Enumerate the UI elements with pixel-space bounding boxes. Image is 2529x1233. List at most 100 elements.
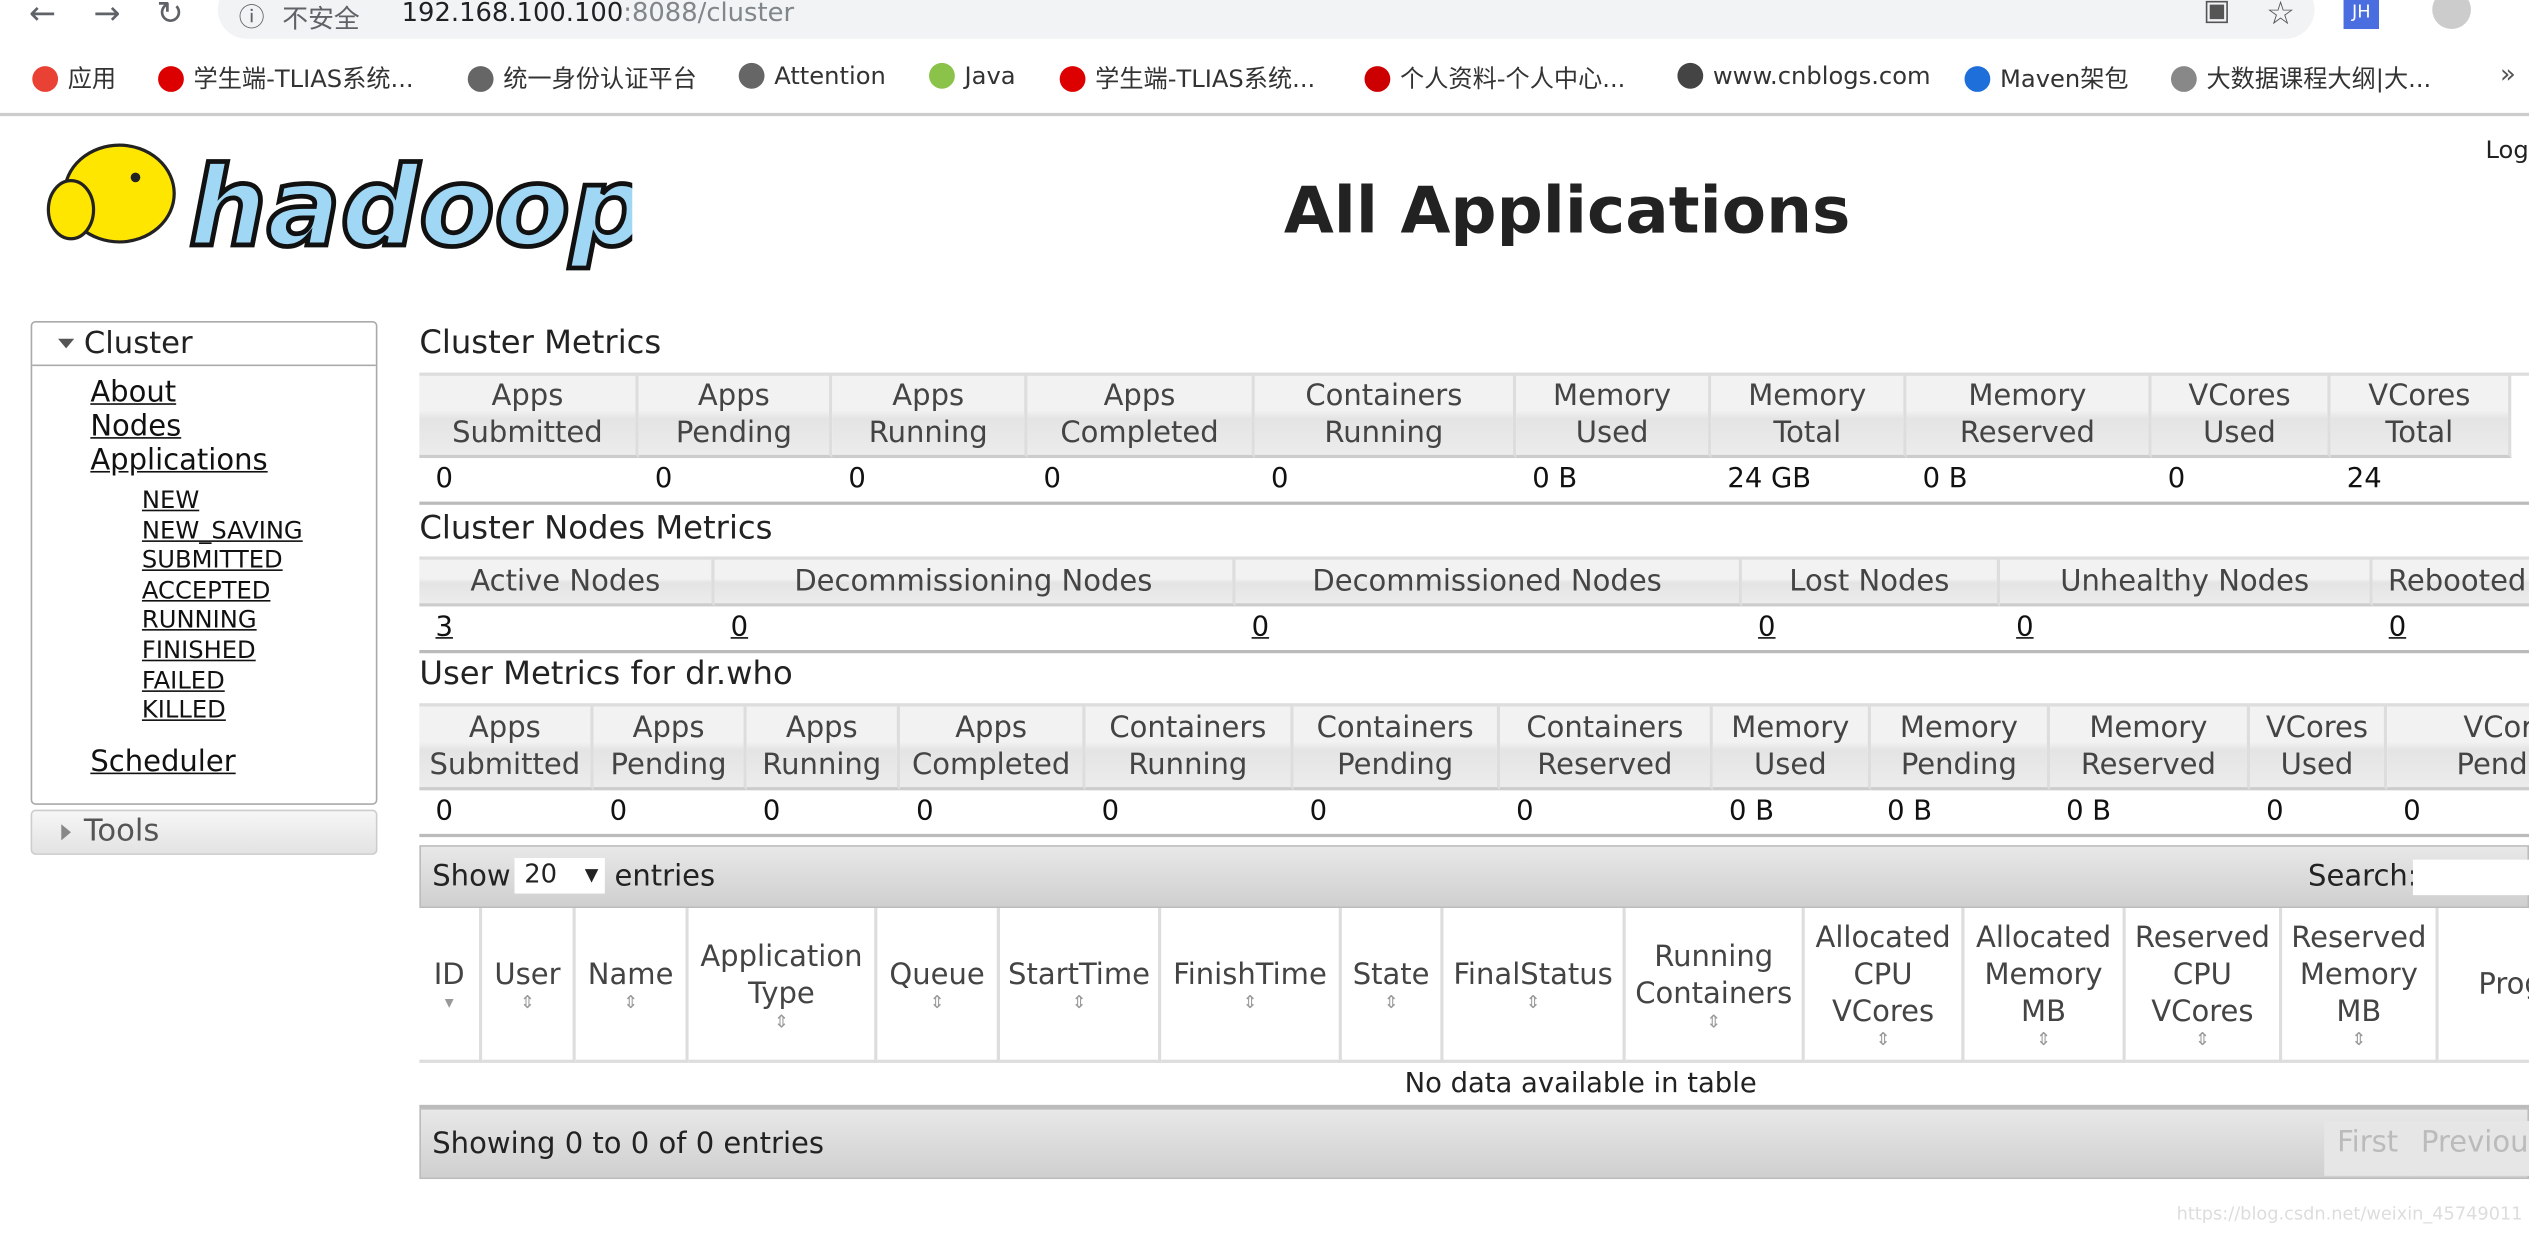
sort-icon[interactable]: ⇕: [1072, 994, 1087, 1012]
header-line: Memory: [2089, 710, 2208, 745]
header-line: Memory: [1984, 958, 2103, 992]
sidebar-state-finished[interactable]: FINISHED: [142, 635, 256, 664]
sidebar-state-submitted[interactable]: SUBMITTED: [142, 545, 283, 574]
bookmark[interactable]: 个人资料-个人中心...: [1364, 61, 1626, 95]
bookmark[interactable]: 统一身份认证平台: [467, 61, 697, 95]
sidebar-item-nodes[interactable]: Nodes: [90, 410, 181, 444]
bookmark[interactable]: Java: [929, 61, 1016, 90]
column-header-application-type[interactable]: Application Type ⇕: [688, 908, 878, 1063]
bookmark-label: 个人资料-个人中心...: [1399, 64, 1626, 94]
bookmark-label: 统一身份认证平台: [503, 64, 697, 94]
sidebar-item-applications[interactable]: Applications: [90, 444, 267, 478]
header-line: VCores: [2188, 379, 2291, 413]
header-line: VCores: [1831, 995, 1935, 1030]
column-header-finishtime[interactable]: FinishTime ⇕: [1161, 908, 1342, 1063]
sort-icon[interactable]: ⇕: [1526, 994, 1541, 1012]
header-line: Type: [748, 976, 815, 1011]
header-line: Progress: [2478, 966, 2529, 1001]
sort-desc-icon[interactable]: ▾: [445, 994, 454, 1012]
first-button[interactable]: First: [2324, 1120, 2412, 1176]
sort-icon[interactable]: ⇕: [2036, 1031, 2051, 1049]
column-header-user[interactable]: User ⇕: [482, 908, 576, 1063]
reload-icon[interactable]: ↻: [156, 0, 183, 32]
back-icon[interactable]: ←: [29, 0, 56, 32]
metric-value[interactable]: 0: [1235, 611, 1269, 643]
forward-icon[interactable]: →: [94, 0, 121, 32]
metric-value: 0: [435, 795, 453, 828]
header-line: Used: [1753, 747, 1827, 782]
column-header-id[interactable]: ID ▾: [419, 908, 483, 1063]
column-header: Memory Reserved: [1906, 374, 2152, 459]
header-line: Apps: [697, 379, 770, 413]
bookmark[interactable]: Maven架包: [1964, 61, 2129, 95]
bookmark[interactable]: 学生端-TLIAS系统...: [1059, 61, 1315, 95]
sidebar-item-about[interactable]: About: [90, 376, 176, 410]
metric-value: 0: [848, 462, 866, 496]
sort-icon[interactable]: ⇕: [774, 1012, 789, 1030]
translate-icon[interactable]: ▣: [2203, 0, 2230, 27]
sort-icon[interactable]: ⇕: [520, 994, 535, 1012]
sidebar-state-accepted[interactable]: ACCEPTED: [142, 575, 271, 604]
header-line: ID: [433, 958, 465, 992]
table-toolbar: Show 20 ▼ entries Search:: [419, 845, 2529, 909]
column-header-running-containers[interactable]: Running Containers ⇕: [1625, 908, 1805, 1063]
metric-value: 0: [1101, 795, 1120, 828]
avatar[interactable]: [2432, 0, 2471, 30]
header-line: Apps: [892, 379, 965, 413]
sort-icon[interactable]: ⇕: [2195, 1031, 2210, 1049]
header-line: VCores: [2368, 379, 2471, 413]
column-header-state[interactable]: State ⇕: [1341, 908, 1444, 1063]
metric-value[interactable]: 0: [1742, 611, 1775, 643]
metric-value: 24: [2346, 462, 2382, 496]
cluster-header[interactable]: Cluster: [32, 323, 376, 367]
table-info: Showing 0 to 0 of 0 entries: [432, 1127, 825, 1162]
sidebar-state-new[interactable]: NEW: [142, 485, 199, 514]
column-header-starttime[interactable]: StartTime ⇕: [999, 908, 1162, 1063]
metric-value[interactable]: 0: [2373, 611, 2406, 643]
bookmark[interactable]: 大数据课程大纲|大...: [2170, 61, 2431, 95]
column-header-finalstatus[interactable]: FinalStatus ⇕: [1443, 908, 1626, 1063]
sort-icon[interactable]: ⇕: [930, 994, 945, 1012]
column-header-queue[interactable]: Queue ⇕: [877, 908, 1000, 1063]
sidebar-state-killed[interactable]: KILLED: [142, 695, 226, 724]
sidebar-state-new_saving[interactable]: NEW_SAVING: [142, 515, 303, 544]
bookmark[interactable]: Attention: [738, 61, 886, 90]
bookmark[interactable]: 学生端-TLIAS系统...: [158, 61, 414, 95]
column-header-progress[interactable]: Progress: [2438, 908, 2529, 1063]
sort-icon[interactable]: ⇕: [1384, 994, 1399, 1012]
sidebar-tools[interactable]: Tools: [30, 809, 378, 855]
sidebar-state-failed[interactable]: FAILED: [142, 665, 225, 694]
column-header: VCores Total: [2330, 374, 2512, 459]
header-line: State: [1352, 958, 1430, 992]
column-header-allocated-cpu-vcores[interactable]: Allocated CPU VCores ⇕: [1804, 908, 1965, 1063]
star-icon[interactable]: ☆: [2266, 0, 2295, 32]
metric-value[interactable]: 3: [419, 611, 452, 643]
bookmark[interactable]: 应用: [32, 61, 116, 95]
page-size-select[interactable]: 20 ▼: [514, 858, 605, 894]
sidebar-state-running[interactable]: RUNNING: [142, 605, 257, 634]
security-label: 不安全: [282, 3, 360, 34]
sort-icon[interactable]: ⇕: [623, 994, 638, 1012]
metric-value: 0: [762, 795, 781, 828]
more-bookmarks-icon[interactable]: »: [2500, 58, 2516, 89]
column-header-reserved-memory-mb[interactable]: Reserved Memory MB ⇕: [2282, 908, 2439, 1063]
profile-badge[interactable]: JH: [2343, 0, 2380, 30]
metric-value: 0: [654, 462, 673, 496]
column-header-allocated-memory-mb[interactable]: Allocated Memory MB ⇕: [1964, 908, 2126, 1063]
metric-value[interactable]: 0: [2000, 611, 2033, 643]
bookmark-icon: [1964, 65, 1991, 92]
previous-button[interactable]: Previous: [2408, 1120, 2529, 1176]
sort-icon[interactable]: ⇕: [1243, 994, 1258, 1012]
bookmark[interactable]: www.cnblogs.com: [1677, 61, 1931, 90]
sort-icon[interactable]: ⇕: [1706, 1012, 1721, 1030]
sidebar-item-scheduler[interactable]: Scheduler: [90, 745, 235, 779]
column-header-reserved-cpu-vcores[interactable]: Reserved CPU VCores ⇕: [2125, 908, 2283, 1063]
sort-icon[interactable]: ⇕: [2351, 1031, 2366, 1049]
search-input[interactable]: [2412, 859, 2529, 896]
sort-icon[interactable]: ⇕: [1876, 1031, 1891, 1049]
metric-value[interactable]: 0: [715, 611, 748, 643]
column-header-name[interactable]: Name ⇕: [575, 908, 689, 1063]
login-link[interactable]: Log: [2485, 135, 2528, 164]
header-line: Memory: [1748, 379, 1867, 413]
tools-label: Tools: [83, 812, 160, 849]
